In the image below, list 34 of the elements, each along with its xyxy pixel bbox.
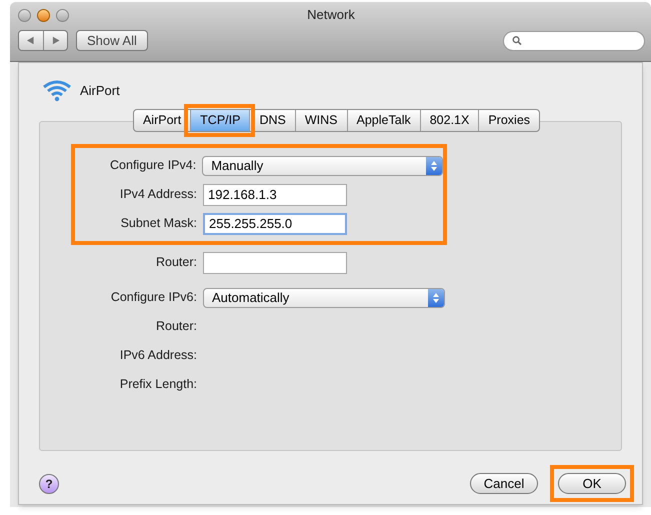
field-label: IPv4 Address: — [118, 186, 198, 204]
stepper-icon — [428, 288, 444, 306]
tab[interactable]: DNS — [249, 110, 295, 131]
text-field[interactable]: 255.255.255.0 — [203, 212, 347, 234]
window-title: Network — [306, 6, 356, 24]
tab[interactable]: Proxies — [478, 110, 540, 131]
dialog-button[interactable]: OK — [558, 473, 626, 494]
wifi-icon — [42, 79, 72, 103]
field-label: Subnet Mask: — [120, 215, 198, 232]
field-label: IPv6 Address: — [118, 347, 198, 364]
tab[interactable]: WINS — [294, 110, 347, 131]
field-label: Configure IPv6: — [110, 289, 198, 306]
field-label: Prefix Length: — [118, 376, 198, 394]
text-field[interactable] — [203, 252, 347, 274]
service-name: AirPort — [80, 82, 120, 100]
help-button[interactable]: ? — [39, 474, 59, 494]
stepper-icon — [426, 156, 442, 174]
field-label: Router: — [155, 318, 198, 336]
zoom-icon[interactable] — [56, 8, 69, 22]
dialog-button[interactable]: Cancel — [470, 473, 538, 494]
tab[interactable]: AirPort — [134, 110, 190, 131]
popup-menu[interactable]: Manually — [202, 156, 443, 176]
back-forward-control[interactable] — [18, 30, 68, 51]
text-field[interactable]: 192.168.1.3 — [203, 184, 347, 206]
tab[interactable]: AppleTalk — [346, 110, 420, 131]
field-label: Router: — [155, 254, 198, 272]
search-field[interactable] — [503, 30, 645, 50]
minimize-icon[interactable] — [37, 8, 50, 22]
popup-menu[interactable]: Automatically — [203, 288, 445, 308]
search-icon — [512, 35, 522, 46]
show-all-button[interactable]: Show All — [76, 30, 148, 51]
field-label: Configure IPv4: — [109, 157, 198, 174]
close-icon[interactable] — [18, 8, 31, 22]
tab[interactable]: 802.1X — [420, 110, 478, 131]
